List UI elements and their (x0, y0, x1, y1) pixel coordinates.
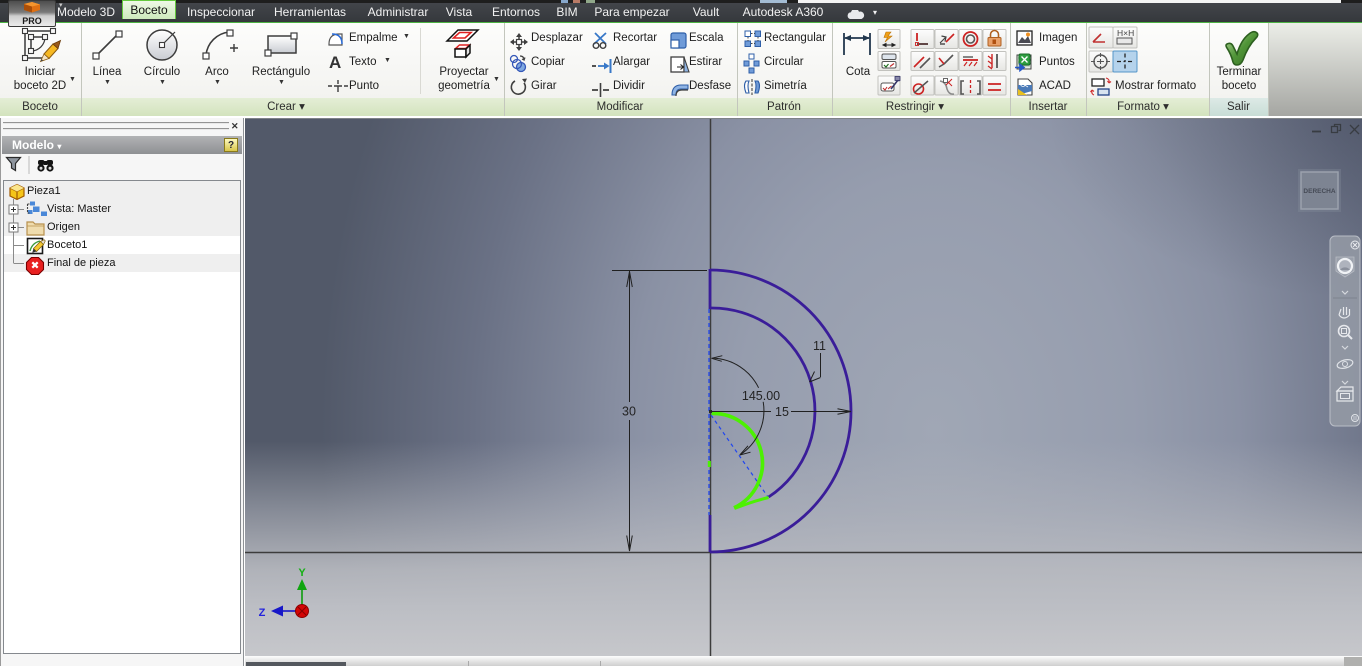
svg-text:DERECHA: DERECHA (1303, 188, 1335, 195)
svg-text:H×H: H×H (1117, 28, 1134, 38)
svg-text:145.00: 145.00 (742, 389, 780, 403)
svg-text:Z: Z (259, 607, 266, 619)
svg-text:PRO: PRO (22, 16, 42, 26)
svg-text:11: 11 (813, 339, 826, 353)
svg-text:15: 15 (775, 405, 789, 419)
svg-text:30: 30 (622, 405, 636, 419)
svg-text:Y: Y (298, 567, 306, 579)
svg-text:A: A (329, 53, 341, 72)
